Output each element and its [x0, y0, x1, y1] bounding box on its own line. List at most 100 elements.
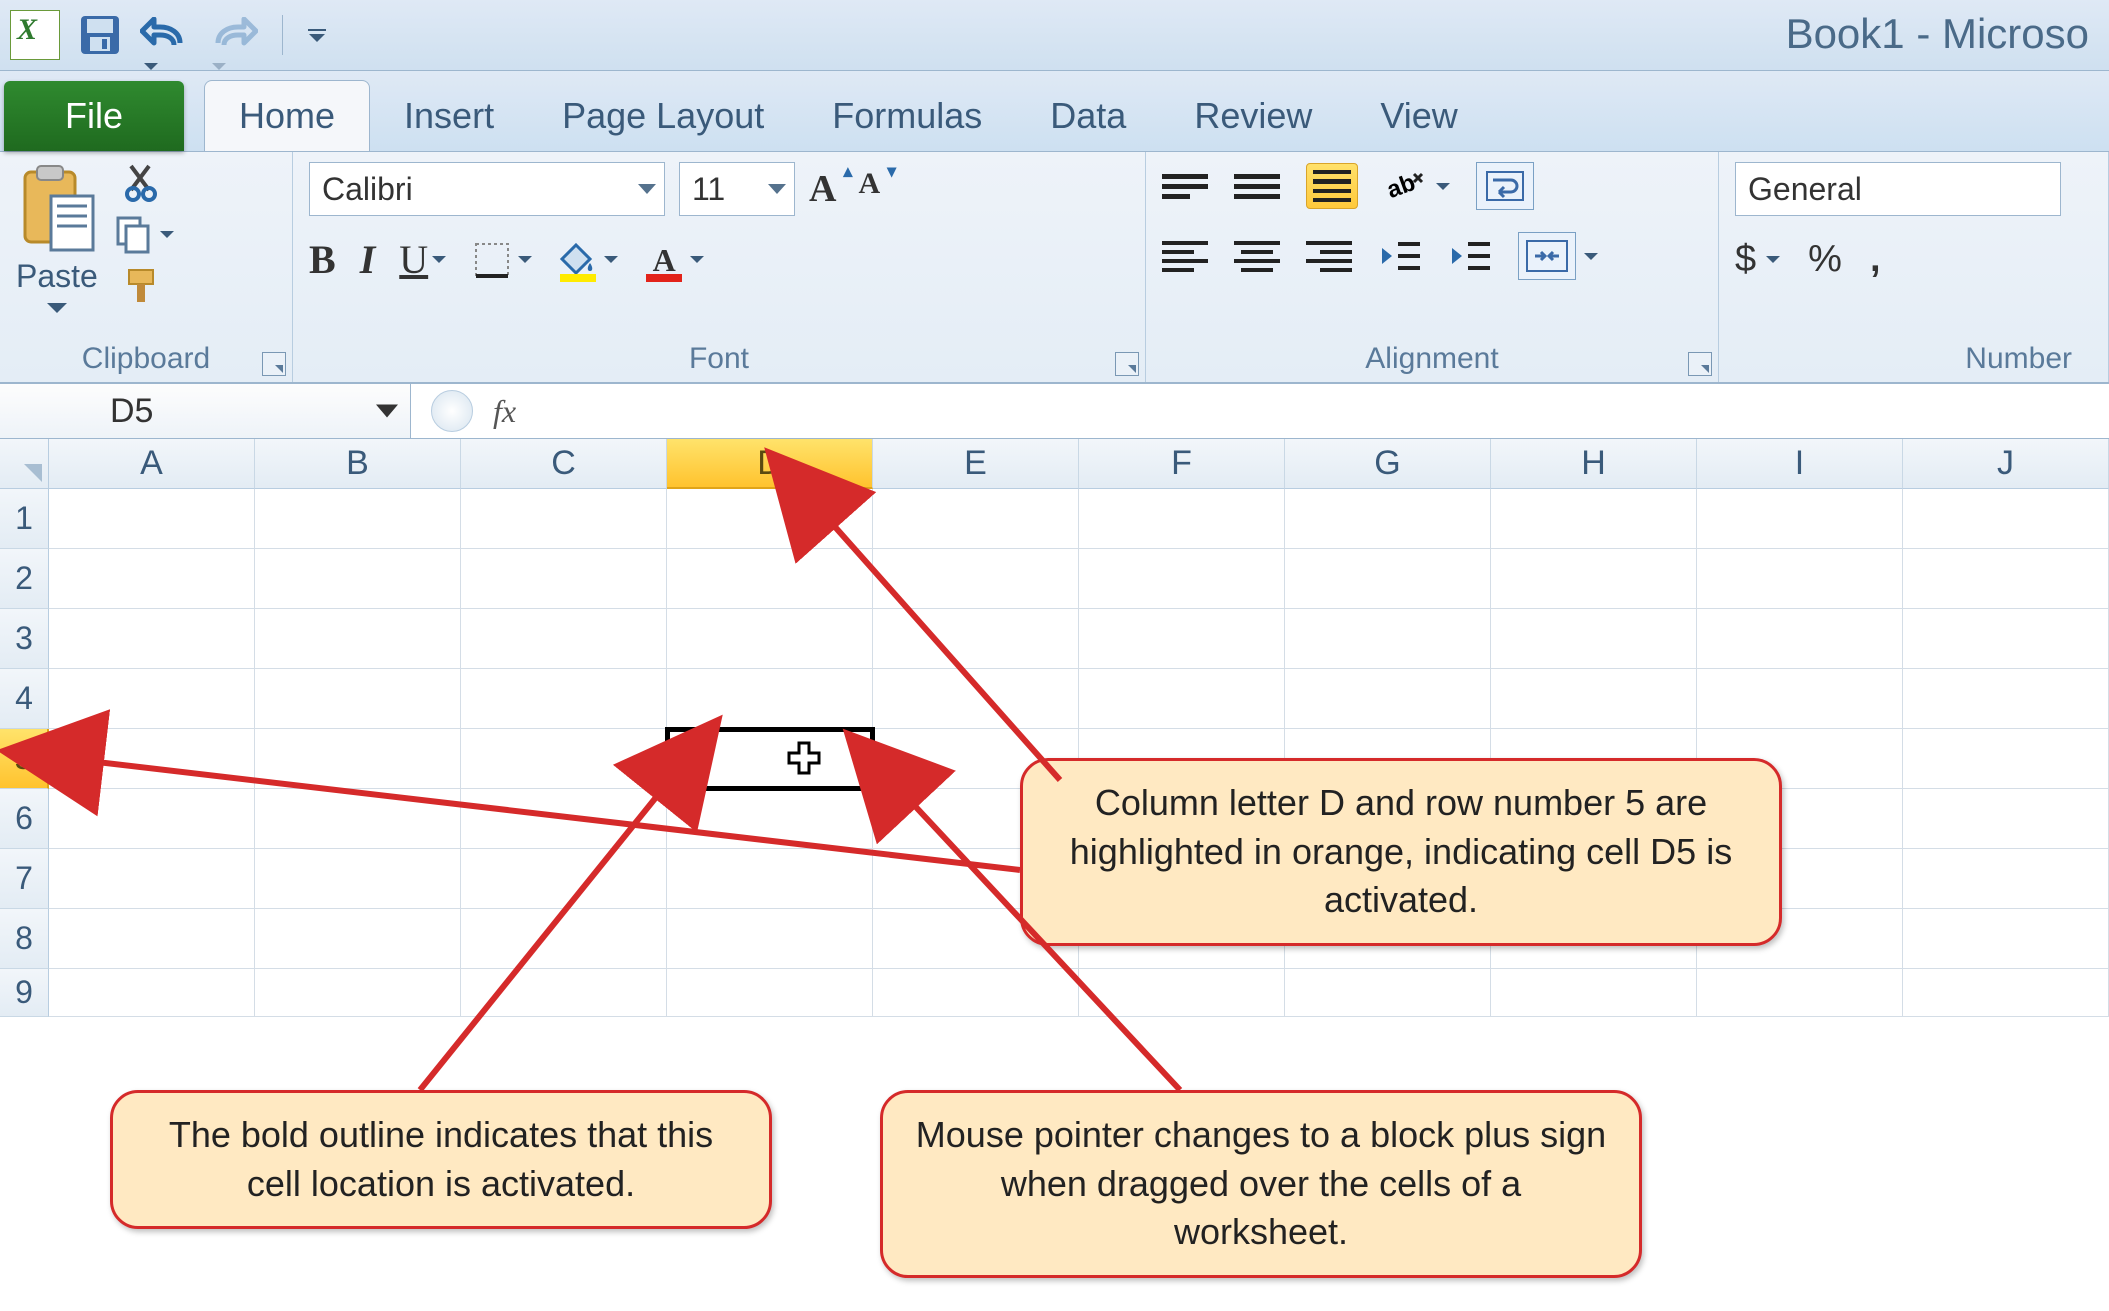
cell-H1[interactable] — [1491, 489, 1697, 549]
align-bottom-button[interactable] — [1306, 163, 1358, 209]
cell-G2[interactable] — [1285, 549, 1491, 609]
cell-D7[interactable] — [667, 849, 873, 909]
cell-B5[interactable] — [255, 729, 461, 789]
cell-D3[interactable] — [667, 609, 873, 669]
cell-D1[interactable] — [667, 489, 873, 549]
cell-I1[interactable] — [1697, 489, 1903, 549]
row-header-9[interactable]: 9 — [0, 969, 49, 1017]
cell-G4[interactable] — [1285, 669, 1491, 729]
align-left-button[interactable] — [1162, 236, 1208, 276]
column-header-H[interactable]: H — [1491, 439, 1697, 489]
cell-F1[interactable] — [1079, 489, 1285, 549]
format-painter-icon[interactable] — [121, 266, 165, 306]
align-middle-button[interactable] — [1234, 166, 1280, 206]
italic-button[interactable]: I — [360, 236, 376, 283]
font-name-combo[interactable]: Calibri — [309, 162, 665, 216]
cell-C2[interactable] — [461, 549, 667, 609]
merge-center-button[interactable] — [1518, 232, 1598, 280]
cell-E4[interactable] — [873, 669, 1079, 729]
cell-E3[interactable] — [873, 609, 1079, 669]
paste-button[interactable]: Paste — [16, 162, 98, 313]
cell-I3[interactable] — [1697, 609, 1903, 669]
cell-A1[interactable] — [49, 489, 255, 549]
row-header-3[interactable]: 3 — [0, 609, 49, 669]
cell-H9[interactable] — [1491, 969, 1697, 1017]
tab-formulas[interactable]: Formulas — [798, 81, 1016, 151]
cell-A2[interactable] — [49, 549, 255, 609]
cell-J4[interactable] — [1903, 669, 2109, 729]
cell-I9[interactable] — [1697, 969, 1903, 1017]
cut-icon[interactable] — [121, 162, 165, 202]
cell-C5[interactable] — [461, 729, 667, 789]
cell-D5[interactable] — [667, 729, 873, 789]
cell-H3[interactable] — [1491, 609, 1697, 669]
cell-G9[interactable] — [1285, 969, 1491, 1017]
copy-button[interactable] — [112, 214, 174, 254]
cell-E9[interactable] — [873, 969, 1079, 1017]
cell-J7[interactable] — [1903, 849, 2109, 909]
tab-page-layout[interactable]: Page Layout — [528, 81, 798, 151]
cell-C1[interactable] — [461, 489, 667, 549]
cell-A3[interactable] — [49, 609, 255, 669]
cell-E1[interactable] — [873, 489, 1079, 549]
tab-view[interactable]: View — [1346, 81, 1491, 151]
cell-F3[interactable] — [1079, 609, 1285, 669]
tab-home[interactable]: Home — [204, 80, 370, 151]
column-header-J[interactable]: J — [1903, 439, 2109, 489]
orientation-button[interactable]: ab — [1384, 166, 1450, 206]
column-header-I[interactable]: I — [1697, 439, 1903, 489]
comma-format-button[interactable]: , — [1870, 238, 1881, 281]
cell-B4[interactable] — [255, 669, 461, 729]
cell-A7[interactable] — [49, 849, 255, 909]
cell-D9[interactable] — [667, 969, 873, 1017]
cell-C8[interactable] — [461, 909, 667, 969]
cell-J3[interactable] — [1903, 609, 2109, 669]
cell-A8[interactable] — [49, 909, 255, 969]
increase-indent-button[interactable] — [1448, 236, 1492, 276]
excel-app-icon[interactable] — [10, 10, 60, 60]
column-header-F[interactable]: F — [1079, 439, 1285, 489]
align-right-button[interactable] — [1306, 236, 1352, 276]
cell-G3[interactable] — [1285, 609, 1491, 669]
cell-J8[interactable] — [1903, 909, 2109, 969]
cell-F9[interactable] — [1079, 969, 1285, 1017]
cell-F2[interactable] — [1079, 549, 1285, 609]
cell-J9[interactable] — [1903, 969, 2109, 1017]
redo-icon[interactable] — [208, 17, 258, 53]
cell-J2[interactable] — [1903, 549, 2109, 609]
column-header-C[interactable]: C — [461, 439, 667, 489]
save-icon[interactable] — [78, 13, 122, 57]
cell-C7[interactable] — [461, 849, 667, 909]
cancel-formula-button[interactable] — [431, 390, 473, 432]
cell-B7[interactable] — [255, 849, 461, 909]
align-center-button[interactable] — [1234, 236, 1280, 276]
dialog-launcher-clipboard[interactable] — [262, 352, 286, 376]
borders-button[interactable] — [470, 238, 532, 282]
row-header-4[interactable]: 4 — [0, 669, 49, 729]
tab-file[interactable]: File — [4, 81, 184, 151]
cell-J6[interactable] — [1903, 789, 2109, 849]
cell-F4[interactable] — [1079, 669, 1285, 729]
cell-J5[interactable] — [1903, 729, 2109, 789]
cell-D2[interactable] — [667, 549, 873, 609]
row-header-7[interactable]: 7 — [0, 849, 49, 909]
wrap-text-button[interactable] — [1476, 162, 1534, 210]
cell-C6[interactable] — [461, 789, 667, 849]
row-header-1[interactable]: 1 — [0, 489, 49, 549]
cell-A6[interactable] — [49, 789, 255, 849]
tab-data[interactable]: Data — [1016, 81, 1160, 151]
cell-B9[interactable] — [255, 969, 461, 1017]
column-header-D[interactable]: D — [667, 439, 873, 489]
tab-review[interactable]: Review — [1160, 81, 1346, 151]
column-header-E[interactable]: E — [873, 439, 1079, 489]
column-header-G[interactable]: G — [1285, 439, 1491, 489]
number-format-combo[interactable]: General — [1735, 162, 2061, 216]
cell-A4[interactable] — [49, 669, 255, 729]
cell-I4[interactable] — [1697, 669, 1903, 729]
shrink-font-button[interactable]: A▾ — [858, 167, 894, 211]
row-header-8[interactable]: 8 — [0, 909, 49, 969]
name-box[interactable]: D5 — [0, 384, 411, 438]
cell-C3[interactable] — [461, 609, 667, 669]
percent-format-button[interactable]: % — [1808, 238, 1842, 281]
grow-font-button[interactable]: A▴ — [809, 167, 850, 211]
